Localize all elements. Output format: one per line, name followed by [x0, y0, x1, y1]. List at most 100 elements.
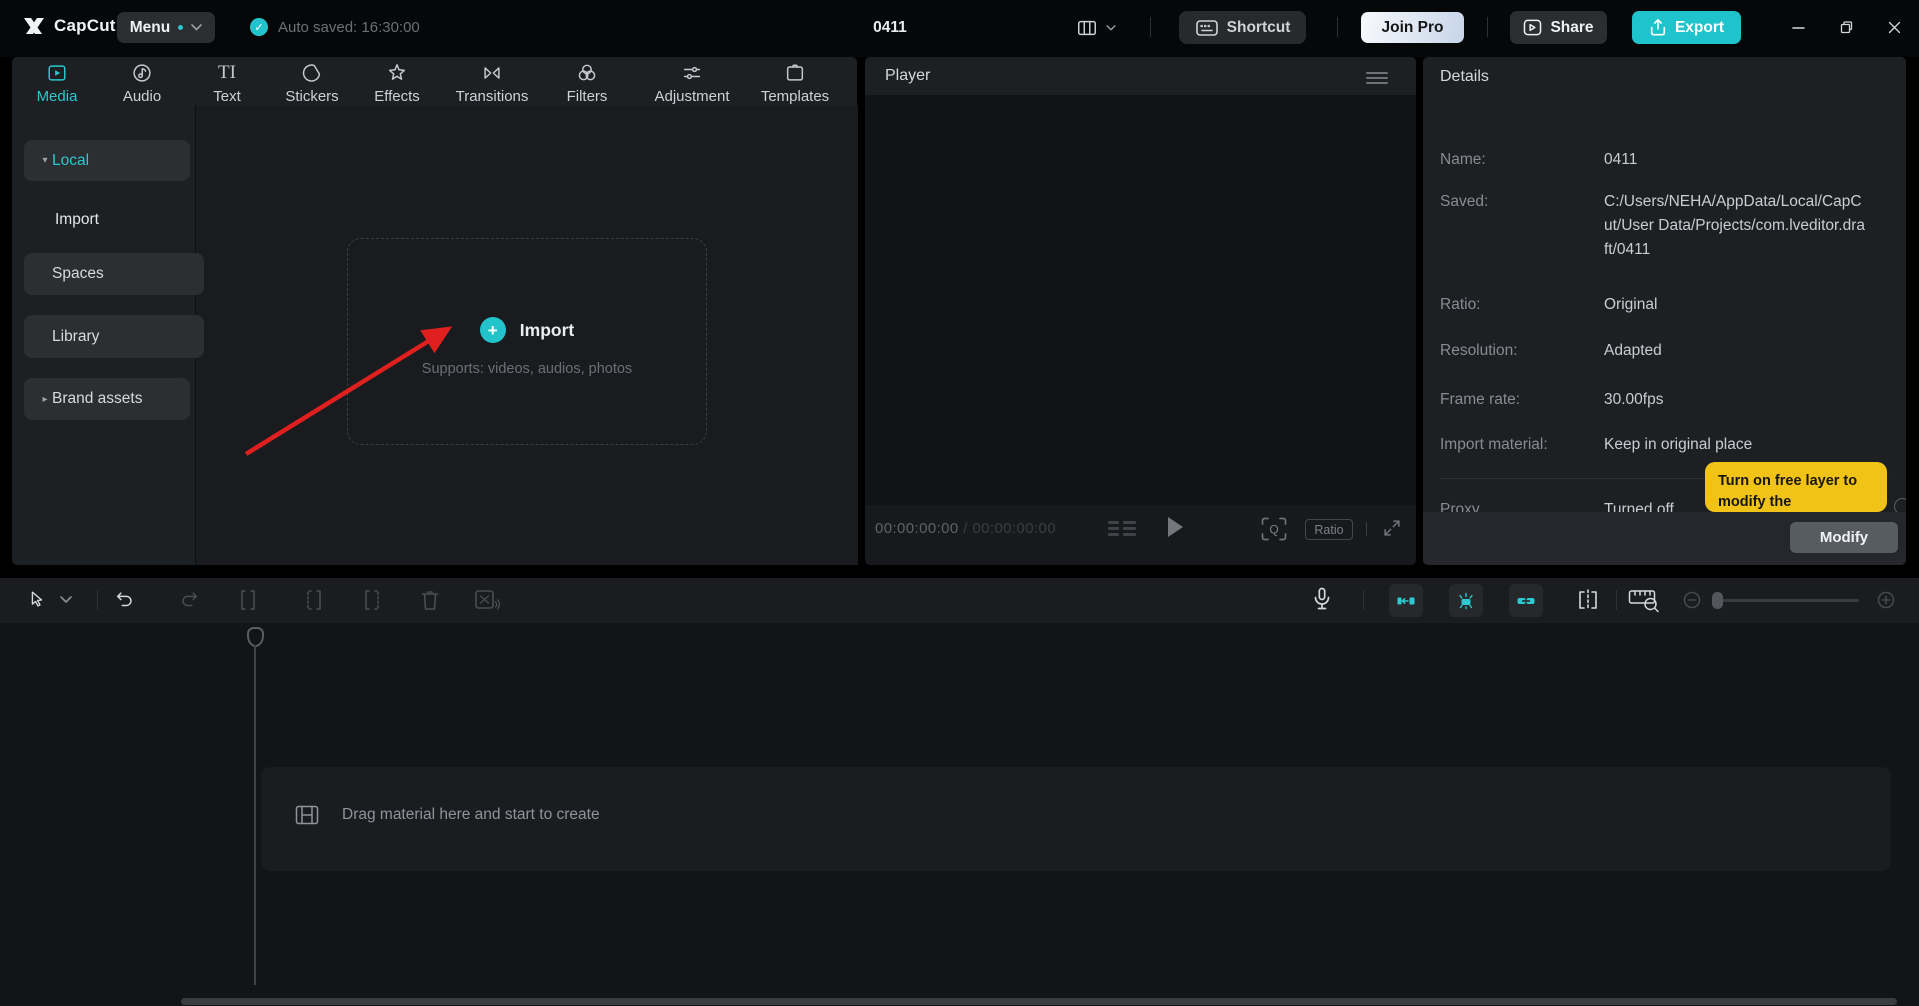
divider: [1363, 590, 1364, 610]
ratio-button[interactable]: Ratio: [1305, 519, 1353, 540]
undo-icon[interactable]: [114, 589, 136, 611]
tab-effects[interactable]: Effects: [352, 62, 442, 108]
shortcut-button[interactable]: Shortcut: [1179, 11, 1306, 44]
restore-icon: [1840, 21, 1853, 34]
tab-templates[interactable]: Templates: [750, 62, 840, 108]
modify-button[interactable]: Modify: [1790, 522, 1898, 553]
ratio-label: Ratio: [1314, 523, 1343, 537]
timeline-drop-zone[interactable]: Drag material here and start to create: [261, 767, 1891, 871]
tab-audio[interactable]: Audio: [97, 62, 187, 108]
capcut-logo-icon: [22, 16, 46, 36]
extract-audio-icon[interactable]: [474, 588, 500, 612]
zoom-in-icon[interactable]: [1877, 591, 1895, 609]
timeline-zoom-slider[interactable]: [1716, 599, 1859, 602]
share-icon: [1523, 19, 1542, 36]
tab-filters[interactable]: Filters: [542, 62, 632, 108]
trim-left-icon[interactable]: [304, 589, 324, 611]
autosave-status: ✓ Auto saved: 16:30:00: [250, 18, 420, 36]
play-button[interactable]: [1165, 515, 1185, 539]
redo-icon[interactable]: [178, 589, 200, 611]
zoom-fit-icon[interactable]: Q: [1261, 517, 1287, 541]
share-label: Share: [1550, 19, 1593, 37]
media-icon: [46, 62, 68, 84]
tab-stickers[interactable]: Stickers: [267, 62, 357, 108]
chevron-down-icon: [191, 24, 202, 31]
film-icon: [295, 805, 319, 825]
split-preview-icon[interactable]: [1575, 589, 1601, 611]
filters-icon: [576, 62, 598, 84]
link-clips-toggle[interactable]: [1509, 584, 1543, 617]
divider: [1337, 17, 1338, 37]
magnetic-snap-toggle[interactable]: [1389, 584, 1423, 617]
sidebar-item-local[interactable]: ▾ Local: [24, 140, 190, 181]
zoom-out-icon[interactable]: [1683, 591, 1701, 609]
delete-icon[interactable]: [420, 589, 440, 611]
divider: [97, 590, 98, 610]
playhead-handle[interactable]: [247, 627, 264, 647]
import-zone-title: Import: [520, 320, 574, 341]
tab-adjustment-label: Adjustment: [654, 88, 729, 105]
tab-transitions[interactable]: Transitions: [447, 62, 537, 108]
player-header: Player: [865, 57, 1416, 95]
timeline-zoom-fit-icon[interactable]: [1628, 587, 1660, 613]
link-icon: [1516, 591, 1536, 611]
autosave-text: Auto saved: 16:30:00: [278, 19, 420, 36]
export-button[interactable]: Export: [1632, 11, 1741, 44]
timeline-horizontal-scrollbar[interactable]: [181, 998, 1897, 1005]
window-minimize-button[interactable]: [1780, 11, 1816, 43]
record-voiceover-icon[interactable]: [1310, 586, 1334, 614]
caret-down-icon: ▾: [38, 155, 52, 166]
project-title: 0411: [820, 19, 960, 37]
layout-switcher-button[interactable]: [1074, 15, 1122, 41]
sidebar-local-label: Local: [52, 152, 89, 170]
sidebar-item-spaces[interactable]: Spaces: [24, 253, 204, 295]
svg-text:Q: Q: [1269, 523, 1278, 537]
capcut-logo: CapCut: [22, 16, 116, 36]
adjustment-sliders-icon: [681, 62, 703, 84]
free-layer-tooltip: Turn on free layer to modify the: [1705, 462, 1887, 512]
split-icon[interactable]: [238, 589, 258, 611]
top-bar: CapCut Menu ✓ Auto saved: 16:30:00 0411: [0, 0, 1919, 57]
timeline-zoom-slider-handle[interactable]: [1712, 592, 1723, 609]
tab-transitions-label: Transitions: [456, 88, 529, 105]
tab-adjustment[interactable]: Adjustment: [647, 62, 737, 108]
sidebar-spaces-label: Spaces: [52, 265, 104, 283]
media-panel: Media Audio TI Text Stickers Effects: [12, 57, 857, 565]
sidebar-item-library[interactable]: Library: [24, 315, 204, 358]
timeline-toolbar: [0, 578, 1919, 623]
caret-right-icon: ▸: [38, 394, 52, 405]
templates-icon: [784, 62, 806, 84]
trim-right-icon[interactable]: [362, 589, 382, 611]
sidebar-item-brand-assets[interactable]: ▸ Brand assets: [24, 378, 190, 420]
sidebar-brand-assets-label: Brand assets: [52, 390, 142, 408]
tab-text-label: Text: [213, 88, 241, 105]
window-close-button[interactable]: [1876, 11, 1912, 43]
select-tool-dropdown-icon[interactable]: [60, 596, 72, 604]
capcut-window: CapCut Menu ✓ Auto saved: 16:30:00 0411: [0, 0, 1919, 1006]
fullscreen-icon[interactable]: [1381, 517, 1403, 539]
join-pro-button[interactable]: Join Pro: [1361, 12, 1464, 43]
import-drop-zone[interactable]: + Import Supports: videos, audios, photo…: [347, 238, 707, 445]
auto-highlight-toggle[interactable]: [1449, 584, 1483, 617]
tab-stickers-label: Stickers: [285, 88, 338, 105]
menu-label: Menu: [130, 19, 170, 37]
clip-list-icon[interactable]: [1107, 519, 1137, 539]
menu-button[interactable]: Menu: [117, 12, 215, 43]
tab-text[interactable]: TI Text: [182, 62, 272, 108]
export-icon: [1649, 18, 1667, 37]
tab-templates-label: Templates: [761, 88, 829, 105]
sidebar-item-import[interactable]: Import: [24, 203, 207, 237]
timeline-drop-hint: Drag material here and start to create: [342, 806, 600, 824]
share-button[interactable]: Share: [1510, 11, 1607, 44]
select-tool-icon[interactable]: [26, 589, 48, 611]
tab-audio-label: Audio: [123, 88, 161, 105]
sidebar-library-label: Library: [52, 328, 99, 346]
export-label: Export: [1675, 19, 1724, 37]
player-menu-icon[interactable]: [1366, 72, 1388, 84]
timeline-area: Drag material here and start to create: [0, 623, 1919, 1006]
keyboard-icon: [1195, 19, 1219, 37]
import-plus-icon[interactable]: +: [480, 317, 506, 343]
player-timecode: 00:00:00:00 / 00:00:00:00: [875, 520, 1056, 537]
window-restore-button[interactable]: [1828, 11, 1864, 43]
tab-media[interactable]: Media: [12, 62, 102, 108]
